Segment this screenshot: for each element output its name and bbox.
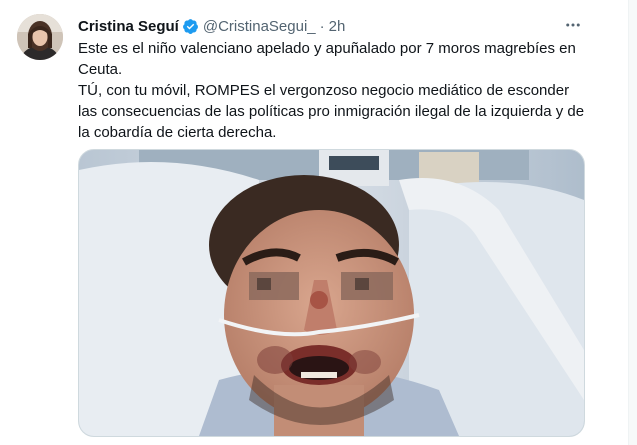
tweet-header: Cristina Seguí @CristinaSegui_ · 2h: [78, 16, 345, 36]
tweet-text-paragraph-1: Este es el niño valenciano apelado y apu…: [78, 40, 576, 78]
hospital-photo: [79, 150, 584, 436]
author-name[interactable]: Cristina Seguí: [78, 18, 179, 35]
avatar[interactable]: [17, 14, 63, 60]
verified-badge-icon: [182, 18, 199, 35]
tweet-text: Este es el niño valenciano apelado y apu…: [78, 38, 588, 143]
separator: ·: [319, 17, 325, 35]
tweet[interactable]: Cristina Seguí @CristinaSegui_ · 2h Este…: [0, 0, 637, 445]
more-options-icon[interactable]: [560, 12, 586, 38]
scrollbar[interactable]: [628, 0, 637, 445]
tweet-text-paragraph-2: TÚ, con tu móvil, ROMPES el vergonzoso n…: [78, 82, 585, 141]
timestamp[interactable]: 2h: [329, 18, 346, 35]
author-handle[interactable]: @CristinaSegui_: [203, 18, 316, 35]
tweet-image[interactable]: [78, 149, 585, 437]
